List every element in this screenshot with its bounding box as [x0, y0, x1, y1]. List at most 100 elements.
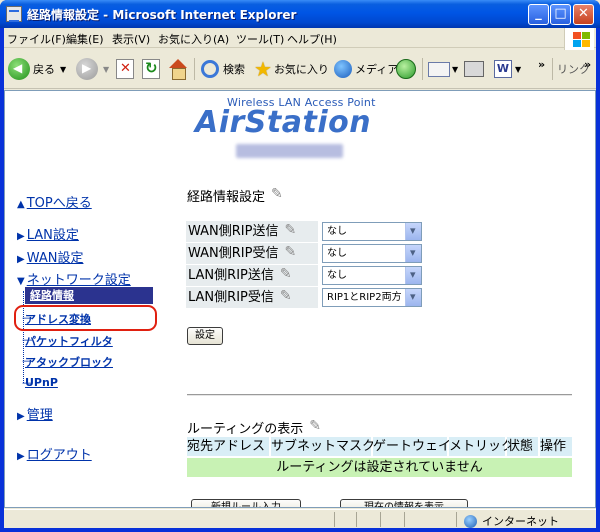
history-button[interactable] — [396, 57, 416, 81]
links-overflow[interactable]: » — [584, 52, 591, 76]
close-button[interactable]: ✕ — [573, 4, 594, 25]
wan-rip-send-label: WAN側RIP送信 — [186, 220, 318, 242]
up-arrow-icon: ▲ — [17, 199, 25, 210]
media-icon — [334, 60, 352, 78]
menu-file[interactable]: ファイル(F) — [7, 31, 66, 47]
window-title: 経路情報設定 - Microsoft Internet Explorer — [27, 8, 297, 22]
media-button[interactable]: メディア — [334, 57, 398, 81]
minimize-button[interactable]: _ — [528, 4, 549, 25]
menu-bar: ファイル(F) 編集(E) 表示(V) お気に入り(A) ツール(T) ヘルプ(… — [4, 28, 596, 50]
dropdown-arrow-icon — [405, 223, 421, 240]
internet-globe-icon — [464, 514, 477, 528]
nav-item-packet-filter[interactable]: パケットフィルタ — [22, 333, 113, 349]
col-destination: 宛先アドレス — [187, 437, 269, 456]
routing-empty-message: ルーティングは設定されていません — [187, 458, 572, 477]
forward-button[interactable]: ▼ — [76, 57, 109, 81]
help-pencil-icon[interactable] — [280, 286, 295, 307]
nav-management-label: 管理 — [26, 408, 53, 423]
edit-dropdown-icon[interactable]: ▼ — [515, 65, 521, 74]
menu-favorites[interactable]: お気に入り(A) — [158, 31, 229, 47]
mail-dropdown-icon[interactable]: ▼ — [452, 65, 458, 74]
home-button[interactable] — [168, 57, 188, 81]
mail-button[interactable]: ▼ — [428, 57, 458, 81]
toolbar-separator — [422, 58, 423, 80]
wan-rip-send-select[interactable]: なし — [322, 222, 422, 241]
maximize-button[interactable]: □ — [550, 4, 571, 25]
forward-dropdown-icon[interactable]: ▼ — [103, 65, 109, 74]
back-label: 戻る — [33, 63, 55, 76]
nav-logout-link[interactable]: ▶ ログアウト — [17, 444, 92, 463]
lan-rip-send-select[interactable]: なし — [322, 266, 422, 285]
lan-rip-send-text: LAN側RIP送信 — [188, 268, 274, 283]
right-arrow-icon: ▶ — [17, 411, 25, 422]
nav-item-attack-block[interactable]: アタックブロック — [22, 354, 113, 370]
menu-view[interactable]: 表示(V) — [112, 31, 150, 47]
wan-rip-receive-select[interactable]: なし — [322, 244, 422, 263]
new-rule-button[interactable]: 新規ルール入力 — [191, 499, 301, 507]
nav-top-link[interactable]: ▲ TOPへ戻る — [17, 192, 92, 211]
back-dropdown-icon[interactable]: ▼ — [60, 65, 66, 74]
page-viewport: Wireless LAN Access Point AirStation ▲ TO… — [4, 90, 596, 508]
col-gateway: ゲートウェイ — [373, 437, 452, 456]
zone-label: インターネット — [482, 515, 559, 528]
menu-help[interactable]: ヘルプ(H) — [287, 31, 337, 47]
show-current-info-button[interactable]: 現在の情報を表示 — [340, 499, 468, 507]
status-divider — [404, 512, 405, 527]
ie-window: 経路情報設定 - Microsoft Internet Explorer _ □… — [0, 0, 600, 532]
stop-button[interactable] — [116, 57, 134, 81]
wan-rip-receive-text: WAN側RIP受信 — [188, 246, 279, 261]
set-button[interactable]: 設定 — [187, 327, 223, 345]
lan-rip-receive-text: LAN側RIP受信 — [188, 290, 274, 305]
dropdown-arrow-icon — [405, 245, 421, 262]
help-pencil-icon[interactable] — [280, 264, 295, 285]
page-icon — [6, 6, 22, 22]
nav-item-route-info[interactable]: 経路情報 — [25, 287, 153, 304]
home-icon — [168, 59, 188, 80]
wan-rip-send-text: WAN側RIP送信 — [188, 224, 279, 239]
section-divider — [187, 394, 572, 396]
nav-lan-link[interactable]: ▶ LAN設定 — [17, 224, 79, 243]
lan-rip-receive-select[interactable]: RIP1とRIP2両方 — [322, 288, 422, 307]
search-icon — [201, 60, 219, 78]
nav-management-link[interactable]: ▶ 管理 — [17, 404, 53, 423]
col-action: 操作 — [540, 437, 572, 456]
menu-tools[interactable]: ツール(T) — [236, 31, 284, 47]
print-button[interactable] — [464, 57, 484, 81]
status-divider — [456, 512, 457, 527]
favorites-button[interactable]: ★ お気に入り — [254, 57, 329, 81]
standard-toolbar: 戻る ▼ ▼ 検索 ★ お気に入り メディア — [4, 49, 596, 89]
nav-network-label: ネットワーク設定 — [26, 273, 131, 288]
help-pencil-icon[interactable] — [284, 220, 299, 241]
nav-wan-label: WAN設定 — [26, 251, 84, 266]
wan-rip-send-value: なし — [327, 226, 347, 237]
dropdown-arrow-icon — [405, 267, 421, 284]
search-button[interactable]: 検索 — [201, 57, 245, 81]
help-pencil-icon[interactable] — [284, 242, 299, 263]
nav-top-label: TOPへ戻る — [26, 196, 92, 211]
nav-wan-link[interactable]: ▶ WAN設定 — [17, 247, 83, 266]
back-button[interactable]: 戻る ▼ — [8, 57, 66, 81]
favorites-star-icon: ★ — [254, 57, 272, 81]
nav-logout-label: ログアウト — [26, 448, 92, 463]
forward-arrow-icon — [76, 58, 98, 80]
help-pencil-icon[interactable] — [271, 186, 286, 202]
edit-button[interactable]: W ▼ — [494, 57, 521, 81]
col-subnet-mask: サブネットマスク — [271, 437, 376, 456]
right-arrow-icon: ▶ — [17, 231, 25, 242]
brand-logo: AirStation — [195, 105, 372, 140]
back-arrow-icon — [8, 58, 30, 80]
title-bar[interactable]: 経路情報設定 - Microsoft Internet Explorer _ □… — [0, 0, 600, 28]
status-divider — [380, 512, 381, 527]
nav-network-link[interactable]: ▼ ネットワーク設定 — [17, 269, 131, 288]
lan-rip-send-value: なし — [327, 270, 347, 281]
menu-edit[interactable]: 編集(E) — [66, 31, 104, 47]
media-label: メディア — [355, 63, 399, 76]
highlight-circle — [14, 305, 157, 331]
status-bar: インターネット — [4, 509, 596, 528]
stop-icon — [116, 59, 134, 79]
nav-item-upnp[interactable]: UPnP — [22, 376, 58, 389]
help-pencil-icon[interactable] — [309, 418, 324, 434]
down-arrow-icon: ▼ — [17, 276, 25, 287]
refresh-button[interactable] — [142, 57, 160, 81]
toolbar-overflow[interactable]: » — [538, 52, 545, 76]
